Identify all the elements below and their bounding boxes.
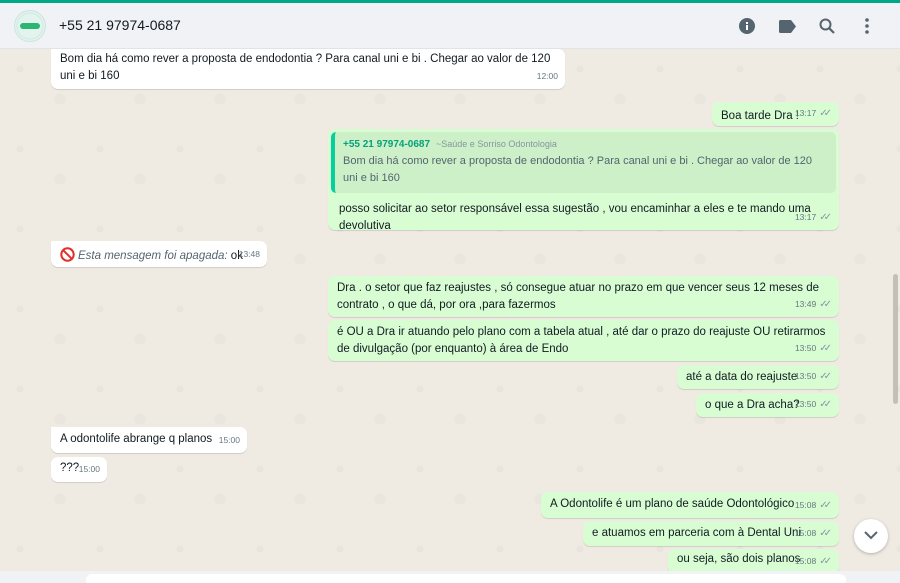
read-receipt-icon: ✓✓	[819, 556, 832, 567]
message-time: 15:08	[794, 500, 817, 510]
read-receipt-icon: ✓✓	[819, 371, 832, 382]
menu-icon[interactable]	[856, 15, 878, 37]
message-incoming-deleted[interactable]: Esta mensagem foi apagada: ok 13:48	[51, 241, 267, 267]
message-outgoing[interactable]: Dra . o setor que faz reajustes , só con…	[328, 276, 839, 317]
message-incoming[interactable]: ??? 15:00	[51, 457, 107, 482]
message-time: 15:08	[794, 556, 817, 566]
scroll-to-bottom-button[interactable]	[854, 519, 888, 553]
message-time: 12:00	[536, 71, 558, 81]
scrollbar[interactable]	[893, 274, 898, 404]
label-icon[interactable]	[776, 15, 798, 37]
message-time: 15:00	[78, 464, 100, 474]
message-input[interactable]	[86, 574, 846, 583]
message-text: e atuamos em parceria com à Dental Uni	[592, 527, 802, 539]
message-time: 15:00	[218, 435, 240, 445]
message-time: 13:50	[794, 371, 817, 381]
read-receipt-icon: ✓✓	[819, 212, 832, 223]
message-time: 15:08	[794, 528, 817, 538]
message-text: o que a Dra acha?	[705, 399, 800, 411]
message-outgoing[interactable]: e atuamos em parceria com à Dental Uni 1…	[583, 521, 839, 546]
message-time: 13:17	[794, 212, 817, 222]
read-receipt-icon: ✓✓	[819, 399, 832, 410]
message-text: A Odontolife é um plano de saúde Odontol…	[550, 498, 795, 510]
message-text: Bom dia há como rever a proposta de endo…	[60, 53, 551, 82]
message-text: Boa tarde Dra !	[721, 110, 799, 122]
message-time: 13:50	[794, 399, 817, 409]
chat-header: +55 21 97974-0687	[0, 3, 900, 49]
chevron-down-icon	[864, 527, 878, 545]
message-text: posso solicitar ao setor responsável ess…	[339, 203, 811, 232]
deleted-message-icon	[60, 247, 75, 268]
contact-name[interactable]: +55 21 97974-0687	[59, 17, 181, 33]
read-receipt-icon: ✓✓	[819, 108, 832, 119]
info-icon[interactable]	[736, 15, 758, 37]
message-text: até a data do reajuste	[686, 371, 798, 383]
message-outgoing[interactable]: até a data do reajuste 13:50 ✓✓	[677, 365, 839, 389]
message-time: 13:50	[794, 343, 817, 353]
compose-bar	[0, 571, 900, 583]
message-outgoing[interactable]: Boa tarde Dra ! 13:17 ✓✓	[712, 102, 839, 126]
message-list[interactable]: Bom dia há como rever a proposta de endo…	[0, 49, 900, 571]
read-receipt-icon: ✓✓	[819, 500, 832, 511]
message-time: 13:49	[794, 299, 817, 309]
quote-subtitle: ~Saúde e Sorriso Odontologia	[436, 139, 557, 149]
message-text: A odontolife abrange q planos	[60, 433, 213, 445]
message-text: ou seja, são dois planos	[677, 553, 801, 565]
read-receipt-icon: ✓✓	[819, 528, 832, 539]
message-outgoing[interactable]: ou seja, são dois planos 15:08 ✓✓	[668, 549, 839, 571]
message-incoming[interactable]: Bom dia há como rever a proposta de endo…	[51, 49, 565, 89]
message-text: Dra . o setor que faz reajustes , só con…	[337, 282, 819, 311]
message-outgoing-reply[interactable]: +55 21 97974-0687 ~Saúde e Sorriso Odonto…	[328, 129, 839, 232]
quoted-message[interactable]: +55 21 97974-0687 ~Saúde e Sorriso Odonto…	[331, 132, 836, 193]
message-time: 13:17	[794, 108, 817, 118]
message-time: 13:48	[238, 249, 260, 259]
search-icon[interactable]	[816, 15, 838, 37]
message-outgoing[interactable]: o que a Dra acha? 13:50 ✓✓	[696, 393, 839, 417]
message-outgoing[interactable]: é OU a Dra ir atuando pelo plano com a t…	[328, 320, 839, 361]
deleted-message-text: Esta mensagem foi apagada:	[78, 250, 228, 262]
message-incoming[interactable]: A odontolife abrange q planos 15:00	[51, 427, 247, 453]
quote-text: Bom dia há como rever a proposta de endo…	[343, 155, 813, 184]
read-receipt-icon: ✓✓	[819, 343, 832, 354]
read-receipt-icon: ✓✓	[819, 299, 832, 310]
message-text: é OU a Dra ir atuando pelo plano com a t…	[337, 326, 826, 355]
message-text: ???	[60, 462, 80, 474]
message-outgoing[interactable]: A Odontolife é um plano de saúde Odontol…	[541, 492, 839, 518]
quote-author: +55 21 97974-0687	[343, 139, 431, 150]
avatar[interactable]	[14, 10, 46, 42]
